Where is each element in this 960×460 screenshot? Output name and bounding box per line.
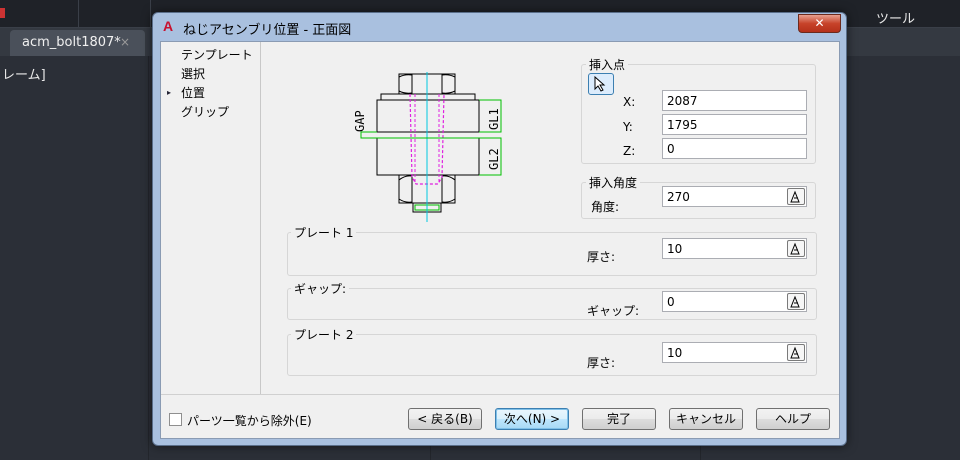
gap-label-text: ギャップ: — [587, 304, 640, 318]
nav-item-template[interactable]: テンプレート — [181, 46, 253, 63]
plate2-shape — [376, 137, 480, 176]
document-tab-label: acm_bolt1807* — [22, 35, 121, 50]
insert-angle-title: 挿入角度 — [586, 174, 641, 191]
active-bullet-icon: ▸ — [167, 88, 172, 97]
cursor-pick-icon — [594, 76, 606, 92]
menubar-separator — [78, 0, 79, 28]
gl1-label: GL1 — [487, 108, 501, 130]
plate1-thickness-field[interactable]: 10 — [662, 238, 807, 259]
thickness-pick-icon — [790, 346, 800, 359]
x-coordinate-field[interactable]: 2087 — [662, 90, 807, 111]
menubar-marker — [0, 8, 5, 18]
plate1-thickness-label: 厚さ: — [587, 250, 616, 264]
wizard-nav: テンプレート 選択 ▸ 位置 グリップ — [161, 42, 261, 394]
insert-point-title: 挿入点 — [586, 56, 629, 73]
exclude-checkbox-label[interactable]: パーツ一覧から除外(E) — [187, 412, 312, 429]
gap-field[interactable]: 0 — [662, 291, 807, 312]
plate2-title: プレート 2 — [291, 326, 357, 343]
plate1-pick-button[interactable] — [787, 240, 805, 257]
close-button[interactable]: ✕ — [798, 14, 841, 33]
angle-label: 角度: — [591, 200, 620, 214]
document-tab[interactable]: acm_bolt1807* × — [10, 30, 145, 56]
gl2-label: GL2 — [487, 148, 501, 170]
screw-assembly-dialog: A ねじアセンブリ位置 - 正面図 ✕ テンプレート 選択 ▸ 位置 グリップ — [152, 12, 847, 446]
gap-pick-button[interactable] — [787, 293, 805, 310]
autocad-logo-icon: A — [163, 18, 174, 34]
angle-pick-button[interactable] — [787, 188, 805, 205]
bolt-assembly-diagram: GAP GL1 GL2 — [355, 72, 502, 222]
plate1-title: プレート 1 — [291, 224, 357, 241]
nav-item-grip[interactable]: グリップ — [181, 103, 229, 120]
next-button[interactable]: 次へ(N) > — [495, 408, 569, 430]
plate2-thickness-field[interactable]: 10 — [662, 342, 807, 363]
background-divider — [430, 446, 431, 460]
dialog-client: テンプレート 選択 ▸ 位置 グリップ GAP GL1 GL2 挿入点 X: 2… — [160, 41, 840, 439]
angle-pick-icon — [790, 190, 800, 203]
plate2-thickness-label: 厚さ: — [587, 356, 616, 370]
help-button[interactable]: ヘルプ — [756, 408, 830, 430]
x-label: X: — [623, 95, 636, 109]
thickness-pick-icon — [790, 242, 800, 255]
menubar-separator — [150, 0, 151, 28]
cancel-button[interactable]: キャンセル — [669, 408, 743, 430]
gap-dimension — [360, 131, 479, 139]
exclude-from-parts-list-checkbox[interactable] — [169, 413, 182, 426]
y-label: Y: — [623, 120, 633, 134]
nav-item-select[interactable]: 選択 — [181, 65, 205, 82]
y-coordinate-field[interactable]: 1795 — [662, 114, 807, 135]
tab-close-icon[interactable]: × — [120, 35, 130, 49]
background-divider — [148, 56, 149, 460]
dialog-titlebar[interactable]: A ねじアセンブリ位置 - 正面図 ✕ — [153, 13, 846, 41]
finish-button[interactable]: 完了 — [582, 408, 656, 430]
background-divider — [700, 446, 701, 460]
background-text: レーム] — [2, 68, 46, 83]
plate1-shape — [376, 99, 480, 133]
menu-tool[interactable]: ツール — [876, 8, 915, 27]
pick-point-button[interactable] — [588, 73, 614, 95]
gap-pick-icon — [790, 295, 800, 308]
gap-label: GAP — [355, 110, 367, 132]
washer-top — [380, 93, 476, 101]
footer-divider — [161, 394, 839, 395]
dialog-title: ねじアセンブリ位置 - 正面図 — [183, 23, 352, 38]
back-button[interactable]: < 戻る(B) — [408, 408, 482, 430]
plate2-pick-button[interactable] — [787, 344, 805, 361]
gap-group-title: ギャップ: — [291, 280, 350, 297]
nav-item-position[interactable]: 位置 — [181, 84, 205, 101]
angle-field[interactable]: 270 — [662, 186, 807, 207]
z-label: Z: — [623, 144, 636, 158]
z-coordinate-field[interactable]: 0 — [662, 138, 807, 159]
